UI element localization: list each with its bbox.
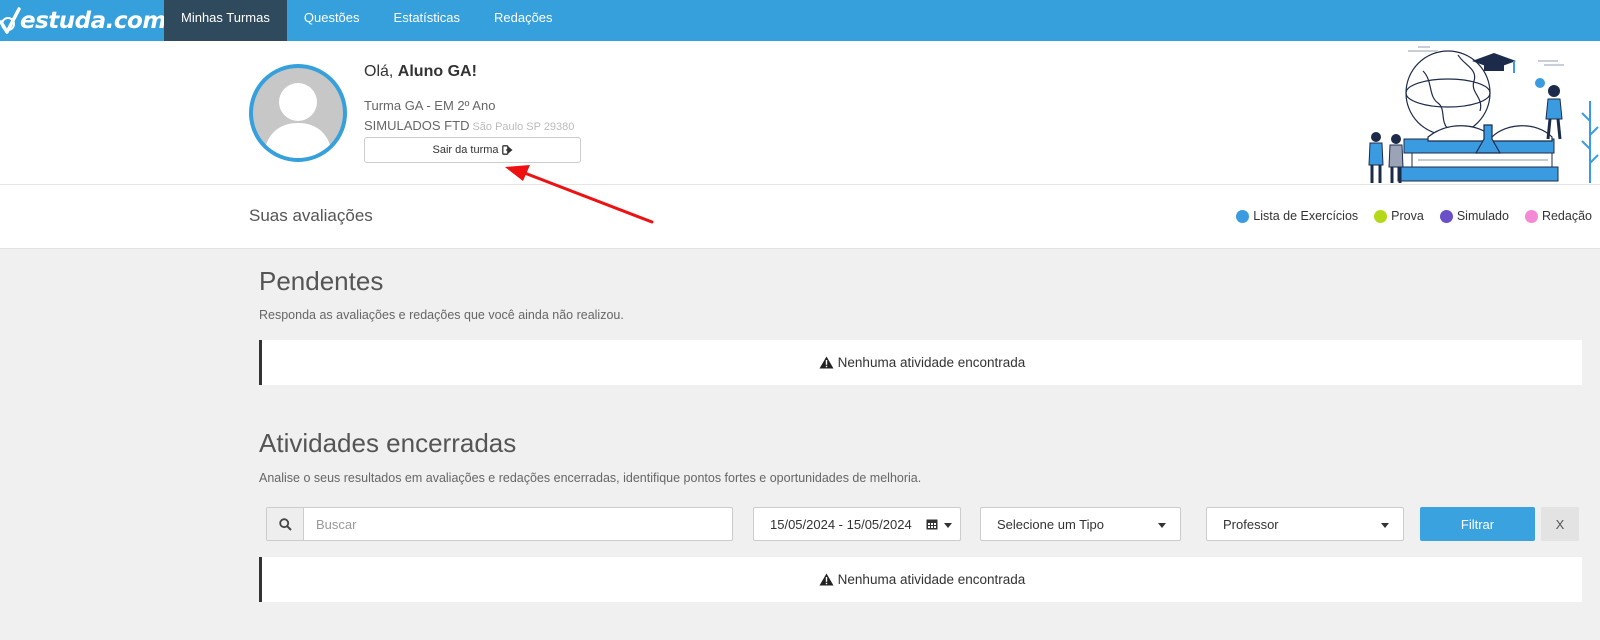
leave-class-label: Sair da turma bbox=[432, 144, 499, 156]
warning-icon bbox=[819, 573, 834, 586]
school-name: SIMULADOS FTD bbox=[364, 118, 470, 133]
search-input[interactable] bbox=[304, 508, 732, 540]
legend-label: Lista de Exercícios bbox=[1253, 209, 1359, 223]
empty-message: Nenhuma atividade encontrada bbox=[837, 355, 1026, 370]
main-nav: Minhas Turmas Questões Estatísticas Reda… bbox=[164, 0, 570, 41]
filters-bar: 15/05/2024 - 15/05/2024 Selecione um Tip… bbox=[266, 507, 1582, 541]
nav-item-questoes[interactable]: Questões bbox=[287, 0, 377, 41]
nav-item-minhas-turmas[interactable]: Minhas Turmas bbox=[164, 0, 287, 41]
greeting-prefix: Olá, bbox=[364, 63, 398, 80]
legend-label: Redação bbox=[1541, 209, 1592, 223]
nav-item-estatisticas[interactable]: Estatísticas bbox=[377, 0, 477, 41]
teacher-select[interactable]: Professor bbox=[1206, 507, 1404, 541]
chevron-down-icon bbox=[1158, 523, 1166, 528]
activity-type-legend: Lista de Exercícios Prova Simulado Redaç… bbox=[1220, 209, 1592, 223]
clear-filters-button[interactable]: X bbox=[1541, 507, 1579, 541]
assessments-title: Suas avaliações bbox=[249, 206, 373, 225]
date-range-value: 15/05/2024 - 15/05/2024 bbox=[770, 516, 912, 532]
legend-item-simulado: Simulado bbox=[1439, 209, 1509, 223]
legend-dot bbox=[1524, 209, 1538, 223]
type-select[interactable]: Selecione um Tipo bbox=[980, 507, 1181, 541]
teacher-select-value: Professor bbox=[1223, 516, 1279, 532]
type-select-value: Selecione um Tipo bbox=[997, 516, 1104, 532]
chevron-down-icon bbox=[944, 523, 952, 528]
top-navbar: estuda.com Minhas Turmas Questões Estatí… bbox=[0, 0, 1600, 41]
school-info: SIMULADOS FTD São Paulo SP 29380 bbox=[364, 118, 574, 133]
pending-empty-state: Nenhuma atividade encontrada bbox=[259, 340, 1582, 385]
assessments-header: Suas avaliações Lista de Exercícios Prov… bbox=[0, 185, 1600, 249]
search-icon bbox=[278, 517, 292, 531]
calendar-icon bbox=[926, 519, 938, 530]
warning-icon bbox=[819, 356, 834, 369]
search-addon[interactable] bbox=[267, 508, 304, 540]
legend-dot bbox=[1236, 209, 1250, 223]
profile-header: Olá, Aluno GA! Turma GA - EM 2º Ano SIMU… bbox=[0, 41, 1600, 185]
school-location: São Paulo SP 29380 bbox=[472, 121, 575, 133]
student-name: Aluno GA! bbox=[397, 63, 477, 80]
sign-out-icon bbox=[501, 145, 513, 155]
closed-title: Atividades encerradas bbox=[259, 428, 517, 458]
legend-label: Simulado bbox=[1456, 209, 1509, 223]
pending-description: Responda as avaliações e redações que vo… bbox=[259, 308, 624, 322]
closed-description: Analise o seus resultados em avaliações … bbox=[259, 471, 922, 485]
pending-title: Pendentes bbox=[259, 266, 384, 296]
legend-item-lista: Lista de Exercícios bbox=[1236, 209, 1358, 223]
nav-item-redacoes[interactable]: Redações bbox=[477, 0, 570, 41]
filter-button[interactable]: Filtrar bbox=[1420, 507, 1535, 541]
user-silhouette-icon bbox=[263, 83, 333, 158]
chevron-down-icon bbox=[1381, 523, 1389, 528]
empty-message: Nenhuma atividade encontrada bbox=[837, 572, 1026, 587]
closed-empty-state: Nenhuma atividade encontrada bbox=[259, 557, 1582, 602]
legend-label: Prova bbox=[1391, 209, 1424, 223]
study-illustration bbox=[1368, 46, 1599, 183]
legend-item-redacao: Redação bbox=[1524, 209, 1592, 223]
search-group bbox=[266, 507, 733, 541]
class-name: Turma GA - EM 2º Ano bbox=[364, 98, 496, 113]
logo[interactable]: estuda.com bbox=[0, 0, 166, 41]
date-range-picker[interactable]: 15/05/2024 - 15/05/2024 bbox=[753, 507, 961, 541]
leave-class-button[interactable]: Sair da turma bbox=[364, 137, 581, 163]
legend-dot bbox=[1374, 209, 1388, 223]
legend-dot bbox=[1439, 209, 1453, 223]
greeting: Olá, Aluno GA! bbox=[364, 63, 477, 81]
avatar bbox=[249, 64, 347, 162]
checkmark-logo-icon bbox=[0, 6, 21, 34]
logo-text: estuda.com bbox=[20, 7, 166, 34]
legend-item-prova: Prova bbox=[1374, 209, 1424, 223]
